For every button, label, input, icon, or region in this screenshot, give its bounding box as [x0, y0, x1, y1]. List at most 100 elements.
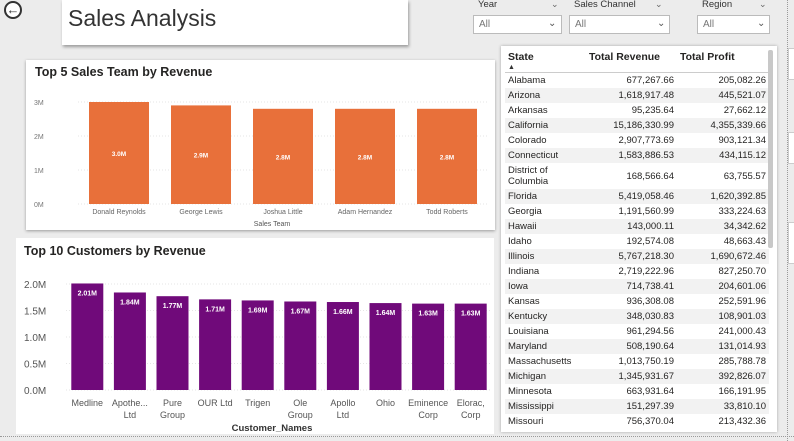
- table-row[interactable]: Florida 5,419,058.46 1,620,392.85: [505, 189, 769, 204]
- revenue-cell: 151,297.39: [586, 399, 677, 414]
- table-row[interactable]: Minnesota 663,931.64 166,191.95: [505, 384, 769, 399]
- state-cell: Alabama: [508, 75, 546, 86]
- x-tick-label: Adam Hernandez: [338, 209, 393, 216]
- state-cell: Michigan: [505, 369, 586, 384]
- bar[interactable]: [71, 283, 104, 390]
- x-tick-label: Ohio: [376, 398, 395, 408]
- x-tick-label: Corp: [461, 410, 481, 420]
- x-axis-title: Customer_Names: [232, 423, 313, 434]
- y-tick-label: 1M: [34, 168, 44, 175]
- sort-ascending-icon[interactable]: ▲: [508, 64, 515, 71]
- y-tick-label: 0.5M: [24, 360, 46, 371]
- sales-team-chart-card[interactable]: Top 5 Sales Team by Revenue 0M 1M 2M 3M 3.0M…: [26, 60, 495, 230]
- state-table-panel[interactable]: State ▲ Total Revenue Total Profit Alaba…: [501, 46, 777, 432]
- revenue-cell: 508,190.64: [586, 339, 677, 354]
- side-panel-tab[interactable]: [788, 222, 794, 264]
- year-dropdown[interactable]: All ⌄: [473, 15, 562, 34]
- table-row[interactable]: Idaho 192,574.08 48,663.43: [505, 234, 769, 249]
- customers-chart-card[interactable]: Top 10 Customers by Revenue 0.0M 0.5M 1.0M…: [16, 238, 494, 434]
- table-row[interactable]: Massachusetts 1,013,750.19 285,788.78: [505, 354, 769, 369]
- table-row[interactable]: Hawaii 143,000.11 34,342.62: [505, 219, 769, 234]
- sales-team-bar-chart[interactable]: 0M 1M 2M 3M 3.0M Donald Reynolds 2.9M George Le…: [26, 60, 495, 230]
- column-header-total-revenue[interactable]: Total Revenue: [586, 50, 677, 73]
- region-dropdown[interactable]: All ⌄: [697, 15, 770, 34]
- table-row[interactable]: Mississippi 151,297.39 33,810.10: [505, 399, 769, 414]
- table-row[interactable]: District of Columbia 168,566.64 63,755.57: [505, 163, 769, 189]
- state-cell: Iowa: [505, 279, 586, 294]
- slicer-label: Region: [702, 0, 733, 10]
- chevron-down-icon[interactable]: ⌄: [548, 18, 556, 29]
- table-row[interactable]: Maryland 508,190.64 131,014.93: [505, 339, 769, 354]
- side-panel-tab[interactable]: [788, 132, 794, 164]
- table-row[interactable]: Connecticut 1,583,886.53 434,115.12: [505, 148, 769, 163]
- table-row[interactable]: Illinois 5,767,218.30 1,690,672.46: [505, 249, 769, 264]
- chevron-down-icon[interactable]: ⌄: [759, 0, 767, 10]
- revenue-cell: 936,308.08: [626, 296, 674, 307]
- table-row[interactable]: Arizona 1,618,917.48 445,521.07: [505, 88, 769, 103]
- customers-bar-chart[interactable]: 0.0M 0.5M 1.0M 1.5M 2.0M 2.01M Medline 1.84M Apo…: [16, 238, 494, 434]
- x-tick-label: Pure: [163, 398, 182, 408]
- data-label: 1.66M: [333, 309, 353, 316]
- y-tick-label: 1.0M: [24, 333, 46, 344]
- state-table: State ▲ Total Revenue Total Profit Alaba…: [505, 50, 769, 429]
- back-arrow-icon[interactable]: ←: [4, 1, 22, 19]
- chevron-down-icon[interactable]: ⌄: [655, 0, 663, 10]
- region-slicer[interactable]: Region ⌄ All ⌄: [697, 0, 773, 36]
- table-scrollbar[interactable]: [768, 50, 773, 248]
- x-tick-label: Medline: [72, 398, 104, 408]
- sales-channel-dropdown[interactable]: All ⌄: [569, 15, 670, 34]
- year-slicer[interactable]: Year ⌄ All ⌄: [473, 0, 573, 36]
- sales-channel-slicer[interactable]: Sales Channel ⌄ All ⌄: [569, 0, 675, 36]
- table-header-row: State ▲ Total Revenue Total Profit: [505, 50, 769, 73]
- table-row[interactable]: Colorado 2,907,773.69 903,121.34: [505, 133, 769, 148]
- table-row[interactable]: Iowa 714,738.41 204,601.06: [505, 279, 769, 294]
- state-cell: Arizona: [505, 88, 586, 103]
- side-panel-tab[interactable]: [788, 48, 794, 80]
- table-row[interactable]: Louisiana 961,294.56 241,000.43: [505, 324, 769, 339]
- state-cell: Kentucky: [505, 309, 586, 324]
- x-tick-label: Ltd: [124, 410, 137, 420]
- x-axis-title: Sales Team: [254, 221, 291, 228]
- state-cell: Idaho: [508, 236, 532, 247]
- state-cell: District of Columbia: [508, 165, 549, 187]
- column-header-state[interactable]: State ▲: [505, 50, 586, 73]
- title-card: Sales Analysis: [62, 0, 408, 45]
- revenue-cell: 1,345,931.67: [586, 369, 677, 384]
- data-label: 1.63M: [418, 311, 438, 318]
- table-row[interactable]: Kansas 936,308.08 252,591.96: [505, 294, 769, 309]
- revenue-cell: 5,419,058.46: [586, 189, 677, 204]
- bar[interactable]: [113, 292, 146, 390]
- table-row[interactable]: Alabama 677,267.66 205,082.26: [505, 73, 769, 89]
- table-row[interactable]: Indiana 2,719,222.96 827,250.70: [505, 264, 769, 279]
- table-row[interactable]: Missouri 756,370.04 213,432.36: [505, 414, 769, 429]
- chevron-down-icon[interactable]: ⌄: [551, 0, 559, 10]
- x-tick-label: Donald Reynolds: [92, 209, 146, 216]
- chevron-down-icon[interactable]: ⌄: [757, 18, 765, 29]
- profit-cell: 204,601.06: [677, 279, 769, 294]
- slicer-value: All: [703, 19, 715, 30]
- data-label: 1.71M: [205, 306, 225, 313]
- table-row[interactable]: California 15,186,330.99 4,355,339.66: [505, 118, 769, 133]
- data-label: 1.64M: [376, 310, 396, 317]
- x-tick-label: Group: [288, 410, 313, 420]
- y-tick-label: 0.0M: [24, 386, 46, 397]
- table-row[interactable]: Michigan 1,345,931.67 392,826.07: [505, 369, 769, 384]
- profit-cell: 1,620,392.85: [677, 189, 769, 204]
- profit-cell: 34,342.62: [677, 219, 769, 234]
- revenue-cell: 2,719,222.96: [618, 266, 674, 277]
- x-tick-label: Trigen: [245, 398, 270, 408]
- revenue-cell: 961,294.56: [626, 326, 674, 337]
- x-tick-label: Eminence: [408, 398, 448, 408]
- slicer-label: Sales Channel: [574, 0, 636, 10]
- profit-cell: 252,591.96: [718, 296, 766, 307]
- column-header-total-profit[interactable]: Total Profit: [677, 50, 769, 73]
- table-row[interactable]: Georgia 1,191,560.99 333,224.63: [505, 204, 769, 219]
- profit-cell: 285,788.78: [718, 356, 766, 367]
- bar[interactable]: [156, 296, 189, 390]
- state-cell: Arkansas: [508, 105, 548, 116]
- x-tick-label: Ltd: [337, 410, 350, 420]
- chevron-down-icon[interactable]: ⌄: [657, 18, 665, 29]
- data-label: 2.8M: [440, 154, 454, 161]
- table-row[interactable]: Arkansas 95,235.64 27,662.12: [505, 103, 769, 118]
- table-row[interactable]: Kentucky 348,030.83 108,901.03: [505, 309, 769, 324]
